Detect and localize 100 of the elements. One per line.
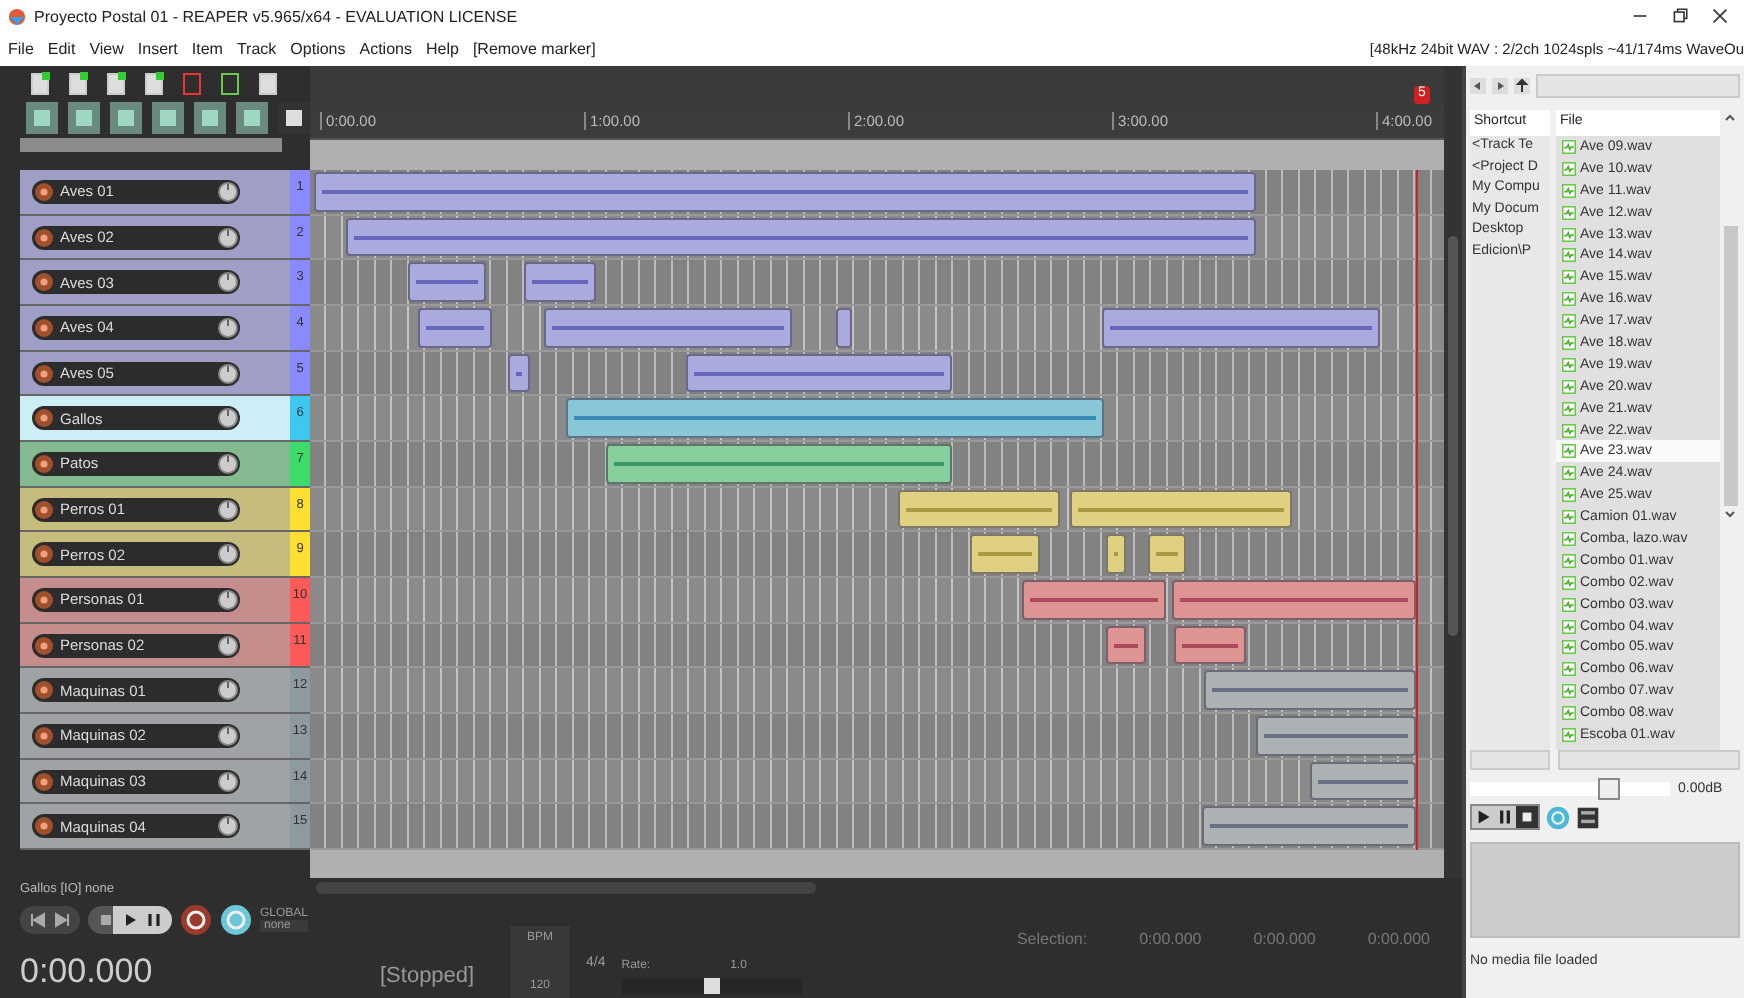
audio-clip[interactable] [1106, 534, 1126, 575]
scroll-down-icon[interactable] [1722, 506, 1738, 522]
audio-file-icon [1562, 161, 1576, 176]
menu-item[interactable]: Edit [47, 40, 76, 58]
volume-knob-icon[interactable] [218, 499, 238, 520]
record-arm-icon[interactable] [34, 635, 54, 656]
audio-clip[interactable] [544, 308, 792, 348]
audio-clip[interactable] [418, 308, 492, 348]
stop-icon[interactable] [96, 910, 116, 930]
audio-clip[interactable] [686, 353, 952, 393]
audio-clip[interactable] [508, 353, 530, 393]
preview-controls[interactable] [1470, 804, 1540, 830]
volume-knob-icon[interactable] [218, 725, 238, 746]
volume-knob-icon[interactable] [218, 317, 238, 338]
volume-knob-icon[interactable] [218, 272, 238, 293]
vertical-scrollbar[interactable] [1444, 66, 1462, 878]
horizontal-scrollbar[interactable] [1558, 750, 1740, 770]
audio-clip[interactable] [836, 308, 852, 348]
volume-knob-icon[interactable] [218, 453, 238, 474]
record-arm-icon[interactable] [34, 589, 54, 610]
pause-icon[interactable] [144, 910, 164, 930]
audio-file-icon [1562, 466, 1576, 481]
audio-clip[interactable] [606, 444, 952, 484]
audio-clip[interactable] [1256, 716, 1416, 756]
record-arm-icon[interactable] [34, 227, 54, 247]
scroll-up-icon[interactable] [1722, 110, 1738, 126]
menu-item[interactable]: Options [290, 40, 346, 58]
play-icon[interactable] [120, 910, 140, 930]
volume-knob-icon[interactable] [218, 771, 238, 792]
record-arm-icon[interactable] [34, 317, 54, 338]
audio-file-icon [1562, 640, 1576, 655]
menu-item[interactable]: Track [236, 40, 277, 58]
close-icon[interactable] [1712, 8, 1728, 24]
audio-clip[interactable] [346, 217, 1256, 257]
audio-clip[interactable] [314, 172, 1256, 212]
stop-icon[interactable] [1516, 806, 1538, 828]
menu-item[interactable]: View [89, 40, 124, 58]
menu-item[interactable]: Item [191, 40, 223, 58]
record-arm-icon[interactable] [34, 725, 54, 746]
menu-item[interactable]: [Remove marker] [472, 40, 596, 58]
record-arm-icon[interactable] [34, 363, 54, 384]
volume-knob-icon[interactable] [218, 363, 238, 384]
volume-knob-icon[interactable] [218, 589, 238, 610]
audio-clip[interactable] [566, 398, 1104, 439]
record-arm-icon[interactable] [34, 272, 54, 293]
path-field[interactable] [1536, 74, 1740, 98]
record-arm-icon[interactable] [34, 499, 54, 520]
audio-clip[interactable] [898, 489, 1060, 529]
audio-clip[interactable] [408, 262, 486, 303]
audio-clip[interactable] [1174, 625, 1246, 665]
record-arm-icon[interactable] [34, 408, 54, 429]
audio-file-icon [1562, 357, 1576, 372]
record-arm-icon[interactable] [34, 181, 54, 202]
new-file-icon[interactable] [26, 70, 54, 98]
back-icon[interactable] [1470, 78, 1486, 94]
volume-knob-icon[interactable] [218, 816, 238, 837]
menu-item[interactable]: Actions [359, 40, 412, 58]
forward-icon[interactable] [1492, 78, 1508, 94]
parent-folder-icon[interactable] [1514, 78, 1530, 94]
record-arm-icon[interactable] [34, 816, 54, 837]
play-controls[interactable] [88, 906, 172, 934]
audio-clip[interactable] [970, 534, 1040, 575]
audio-clip[interactable] [1106, 625, 1146, 665]
record-arm-icon[interactable] [34, 771, 54, 792]
volume-knob-icon[interactable] [218, 680, 238, 701]
pause-icon[interactable] [1494, 806, 1516, 828]
volume-knob-icon[interactable] [218, 635, 238, 656]
maximize-icon[interactable] [1672, 8, 1688, 24]
audio-clip[interactable] [1202, 806, 1416, 847]
audio-file-icon [1562, 248, 1576, 263]
record-icon[interactable] [180, 904, 212, 936]
volume-knob-icon[interactable] [218, 544, 238, 565]
audio-file-icon [1562, 553, 1576, 568]
menu-item[interactable]: Insert [137, 40, 178, 58]
audio-file-icon [1562, 488, 1576, 503]
skip-back-icon[interactable] [28, 910, 48, 930]
time-display: 0:00.000 [20, 952, 155, 994]
menu-item[interactable]: File [8, 40, 34, 58]
volume-knob-icon[interactable] [218, 227, 238, 247]
audio-clip[interactable] [1204, 670, 1416, 711]
audio-clip[interactable] [1022, 580, 1166, 620]
record-arm-icon[interactable] [34, 680, 54, 701]
skip-forward-icon[interactable] [52, 910, 72, 930]
horizontal-scrollbar[interactable] [1470, 750, 1550, 770]
audio-clip[interactable] [1310, 761, 1416, 801]
audio-clip[interactable] [1172, 580, 1416, 620]
repeat-icon[interactable] [220, 904, 252, 936]
record-arm-icon[interactable] [34, 544, 54, 565]
volume-knob-icon[interactable] [218, 408, 238, 429]
menu-item[interactable]: Help [425, 40, 459, 58]
rate-slider[interactable] [621, 978, 802, 994]
volume-knob-icon[interactable] [218, 181, 238, 202]
skip-buttons[interactable] [20, 906, 80, 934]
volume-slider[interactable] [1470, 781, 1670, 795]
audio-clip[interactable] [524, 262, 596, 303]
audio-clip[interactable] [1148, 534, 1186, 575]
audio-clip[interactable] [1070, 489, 1292, 529]
audio-file-icon [1562, 139, 1576, 154]
audio-clip[interactable] [1102, 308, 1380, 348]
record-arm-icon[interactable] [34, 453, 54, 474]
